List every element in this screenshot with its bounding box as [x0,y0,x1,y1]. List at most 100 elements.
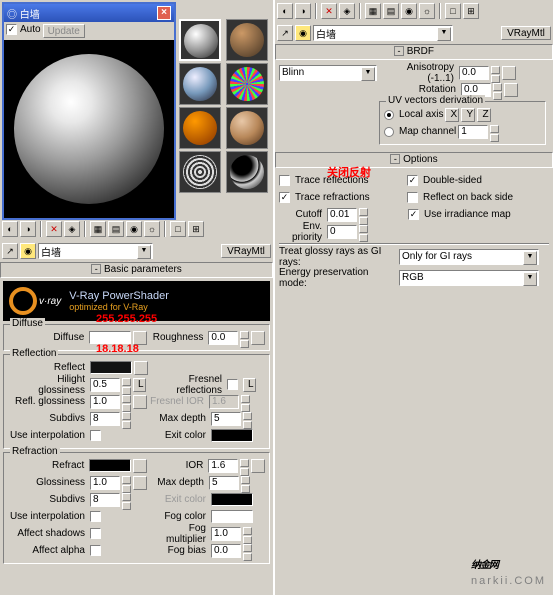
spinner[interactable] [243,544,252,558]
map-slot-button[interactable] [133,459,147,473]
tool-icon[interactable]: ◐ [277,3,293,19]
spinner[interactable] [241,476,250,490]
map-slot-button[interactable] [251,331,265,345]
maxdepth-input[interactable]: 5 [211,412,241,426]
tool-icon[interactable]: ☼ [419,3,435,19]
alpha-checkbox[interactable] [90,545,101,556]
map-slot-button[interactable] [251,459,265,473]
rollout-header[interactable]: - BRDF [275,44,553,60]
refract-swatch[interactable] [89,459,131,472]
spinner[interactable] [359,225,368,239]
rollout-header[interactable]: - Options [275,152,553,168]
trace-refr-checkbox[interactable]: ✓ [279,192,290,203]
reflect-swatch[interactable] [90,361,132,374]
tool-icon[interactable]: ▦ [90,221,106,237]
thumbnail[interactable] [226,107,268,149]
trace-refl-checkbox[interactable] [279,175,290,186]
lock-button[interactable]: L [243,378,256,392]
axis-z-button[interactable]: Z [477,108,491,122]
tool-icon[interactable]: ☼ [144,221,160,237]
energy-mode-dropdown[interactable]: RGB [399,270,539,286]
spinner[interactable] [493,83,502,97]
update-button[interactable]: Update [43,24,85,38]
thumbnail[interactable] [226,63,268,105]
material-name-dropdown[interactable]: 白墙 [313,25,453,41]
tool-icon[interactable]: ✕ [321,3,337,19]
thumbnail[interactable] [226,19,268,61]
rollout-header[interactable]: - Basic parameters [0,262,273,278]
spinner[interactable] [490,125,499,139]
axis-x-button[interactable]: X [445,108,459,122]
tool-icon[interactable]: ◉ [401,3,417,19]
spinner[interactable] [243,412,252,426]
map-channel-radio[interactable] [384,127,394,137]
gloss-input[interactable]: 1.0 [90,476,120,490]
thumbnail[interactable] [179,107,221,149]
subdivs-input[interactable]: 8 [90,493,120,507]
map-slot-button[interactable] [504,83,518,97]
material-name-dropdown[interactable]: 白墙 [38,243,153,259]
irrad-checkbox[interactable]: ✓ [408,209,419,220]
useint-checkbox[interactable] [90,430,101,441]
thumbnail[interactable] [179,63,221,105]
map-slot-button[interactable] [133,476,147,490]
window-titlebar[interactable]: ◎ 白墙 × [4,4,174,22]
cutoff-input[interactable]: 0.01 [327,208,357,222]
tool-icon[interactable]: ▤ [108,221,124,237]
rback-checkbox[interactable] [407,192,418,203]
exitc-swatch[interactable] [211,493,253,506]
tool-icon[interactable]: ✕ [46,221,62,237]
pick-icon[interactable]: ↗ [277,25,293,41]
shadows-checkbox[interactable] [90,528,101,539]
fogm-input[interactable]: 1.0 [211,527,241,541]
map-slot-button[interactable] [134,361,148,375]
lock-button[interactable]: L [133,378,146,392]
ior-input[interactable]: 1.6 [208,459,238,473]
tool-icon[interactable]: □ [170,221,186,237]
exitcolor-swatch[interactable] [211,429,253,442]
spinner[interactable] [122,412,131,426]
tool-icon[interactable]: □ [445,3,461,19]
tool-icon[interactable]: ◈ [64,221,80,237]
tool-icon[interactable]: ▤ [383,3,399,19]
tool-icon[interactable]: ◉ [126,221,142,237]
aniso-input[interactable]: 0.0 [459,66,489,80]
spinner[interactable] [122,476,131,490]
map-slot-button[interactable] [133,395,147,409]
pick-icon[interactable]: ↗ [2,243,18,259]
fogb-input[interactable]: 0.0 [211,544,241,558]
subdivs-input[interactable]: 8 [90,412,120,426]
local-axis-radio[interactable] [384,110,394,120]
hilight-input[interactable]: 0.5 [90,378,120,392]
brdf-type-dropdown[interactable]: Blinn [279,65,377,81]
tool-icon[interactable]: ◑ [20,221,36,237]
material-type-button[interactable]: VRayMtl [501,26,551,40]
thumbnail[interactable] [179,19,221,61]
spinner[interactable] [122,493,131,507]
spinner[interactable] [359,208,368,222]
spinner[interactable] [240,331,249,345]
axis-y-button[interactable]: Y [461,108,475,122]
close-icon[interactable]: × [157,6,171,20]
spinner[interactable] [241,395,250,409]
fogcolor-swatch[interactable] [211,510,253,523]
thumbnail[interactable] [226,151,268,193]
map-slot-button[interactable] [502,66,516,80]
tool-icon[interactable]: ◑ [295,3,311,19]
reflgloss-input[interactable]: 1.0 [90,395,120,409]
pick-icon[interactable]: ◉ [295,25,311,41]
roughness-input[interactable]: 0.0 [208,331,238,345]
glossy-mode-dropdown[interactable]: Only for GI rays [399,249,539,265]
tool-icon[interactable]: ⊞ [463,3,479,19]
spinner[interactable] [243,527,252,541]
mapch-input[interactable]: 1 [458,125,488,139]
useint-checkbox[interactable] [90,511,101,522]
fresnel-checkbox[interactable] [227,379,238,390]
auto-checkbox[interactable]: ✓Auto [6,24,41,38]
maxd-input[interactable]: 5 [209,476,239,490]
spinner[interactable] [122,378,131,392]
dsided-checkbox[interactable]: ✓ [407,175,418,186]
tool-icon[interactable]: ▦ [365,3,381,19]
spinner[interactable] [491,66,500,80]
tool-icon[interactable]: ◈ [339,3,355,19]
